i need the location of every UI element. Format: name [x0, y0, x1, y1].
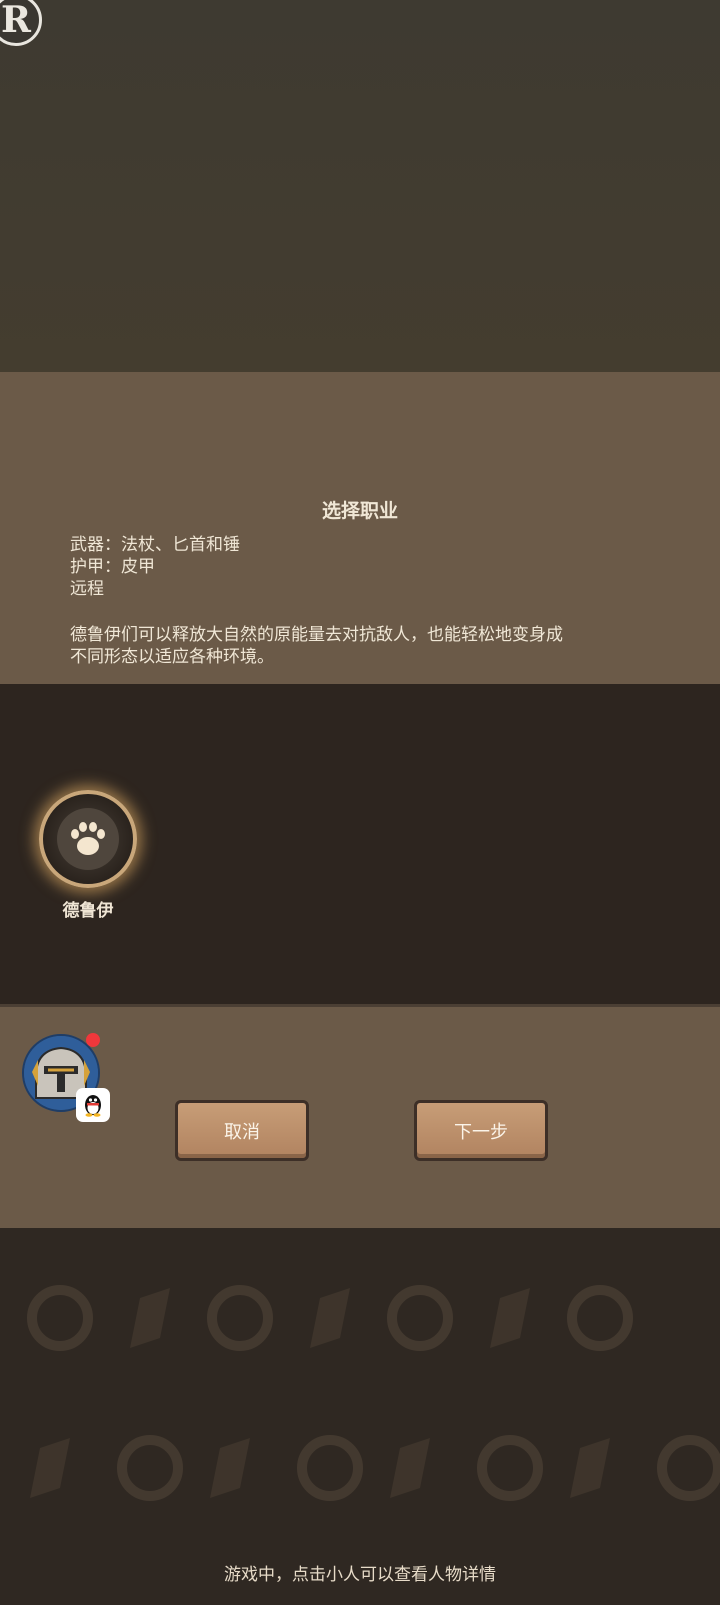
emblem-pattern	[27, 1285, 720, 1501]
weapon-line: 武器：法杖、匕首和锤	[70, 535, 240, 555]
player-avatar-group[interactable]	[22, 1033, 110, 1122]
description-line-1: 德鲁伊们可以释放大自然的原能量去对抗敌人，也能轻松地变身成	[70, 625, 563, 645]
lower-backdrop	[0, 1228, 720, 1605]
armor-line: 护甲：皮甲	[70, 557, 155, 577]
qq-penguin-icon	[85, 1095, 101, 1117]
top-backdrop	[0, 0, 720, 372]
notification-dot	[86, 1033, 100, 1047]
next-button[interactable]: 下一步	[414, 1100, 548, 1161]
cancel-button[interactable]: 取消	[175, 1100, 309, 1161]
dialog-title: 选择职业	[321, 500, 398, 522]
hint-text: 游戏中，点击小人可以查看人物详情	[224, 1565, 496, 1585]
logo-letter: R	[1, 0, 31, 41]
class-description: 德鲁伊们可以释放大自然的原能量去对抗敌人，也能轻松地变身成 不同形态以适应各种环…	[70, 624, 670, 668]
class-label: 德鲁伊	[62, 901, 114, 921]
class-option-druid[interactable]: 德鲁伊	[39, 790, 137, 921]
description-line-2: 不同形态以适应各种环境。	[70, 647, 274, 667]
paw-icon	[71, 822, 105, 855]
qq-badge	[76, 1088, 110, 1122]
range-line: 远程	[70, 579, 104, 599]
class-stats: 武器：法杖、匕首和锤 护甲：皮甲 远程	[70, 534, 670, 600]
class-icon-ring[interactable]	[39, 790, 137, 888]
